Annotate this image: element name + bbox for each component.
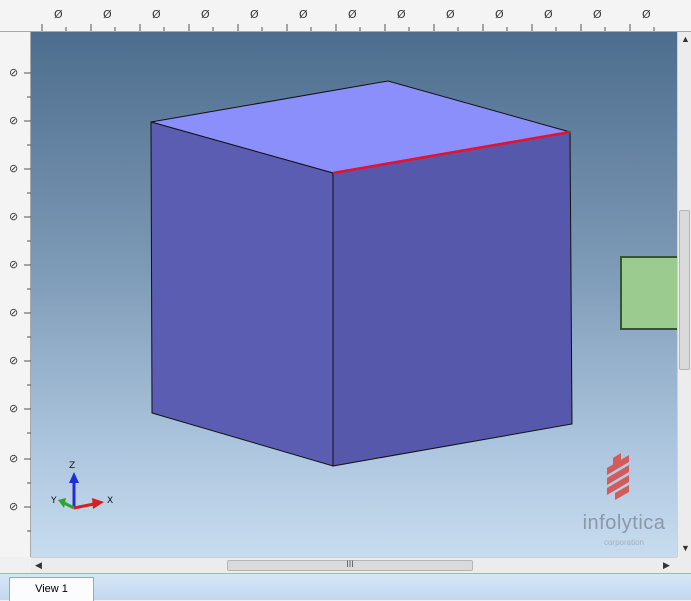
left-ruler-label: ⊘ bbox=[9, 306, 19, 319]
scrollbar-corner bbox=[677, 557, 691, 573]
top-ruler-label: Ø bbox=[495, 8, 504, 21]
green-box-object[interactable] bbox=[620, 256, 677, 330]
left-ruler-label: ⊘ bbox=[9, 162, 19, 175]
infolytica-logo: infolytica corporation bbox=[571, 452, 677, 552]
x-axis-arrow bbox=[73, 502, 95, 510]
cube-left-face[interactable] bbox=[150, 121, 334, 467]
scroll-left-arrow-icon[interactable]: ◀ bbox=[35, 560, 42, 571]
x-axis-label: X bbox=[107, 496, 114, 506]
cube-right-face[interactable] bbox=[332, 131, 573, 467]
top-ruler-label: Ø bbox=[299, 8, 308, 21]
vertical-scroll-thumb[interactable] bbox=[679, 210, 690, 370]
left-ruler-label: ⊘ bbox=[9, 66, 19, 79]
logo-subtitle: corporation bbox=[603, 538, 645, 547]
view-tab-bar: View 1 bbox=[0, 573, 691, 601]
y-axis-label: Y bbox=[51, 496, 57, 506]
top-ruler: Ø Ø Ø Ø Ø Ø Ø Ø Ø Ø Ø Ø Ø bbox=[0, 0, 691, 32]
top-ruler-label: Ø bbox=[348, 8, 357, 21]
horizontal-scrollbar[interactable]: ◀ III ▶ bbox=[31, 557, 677, 573]
left-ruler-label: ⊘ bbox=[9, 114, 19, 127]
z-axis-arrowhead bbox=[69, 472, 79, 483]
left-ruler-label: ⊘ bbox=[9, 402, 19, 415]
top-ruler-label: Ø bbox=[54, 8, 63, 21]
tab-view-1[interactable]: View 1 bbox=[9, 577, 94, 601]
vertical-scrollbar[interactable]: ▲ ▼ bbox=[677, 32, 691, 557]
scroll-grip-icon: III bbox=[346, 559, 354, 569]
scroll-down-arrow-icon[interactable]: ▼ bbox=[681, 543, 690, 553]
scroll-right-arrow-icon[interactable]: ▶ bbox=[663, 560, 670, 571]
left-ruler-label: ⊘ bbox=[9, 452, 19, 465]
logo-name: infolytica bbox=[582, 512, 666, 534]
top-ruler-label: Ø bbox=[397, 8, 406, 21]
top-ruler-label: Ø bbox=[642, 8, 651, 21]
y-axis-arrowhead bbox=[58, 498, 66, 508]
left-ruler: ⊘ ⊘ ⊘ ⊘ ⊘ ⊘ ⊘ ⊘ ⊘ ⊘ bbox=[0, 32, 31, 557]
x-axis-arrowhead bbox=[92, 498, 104, 509]
left-ruler-label: ⊘ bbox=[9, 258, 19, 271]
top-ruler-label: Ø bbox=[152, 8, 161, 21]
left-ruler-label: ⊘ bbox=[9, 354, 19, 367]
left-ruler-label: ⊘ bbox=[9, 210, 19, 223]
top-ruler-label: Ø bbox=[593, 8, 602, 21]
left-ruler-label: ⊘ bbox=[9, 500, 19, 513]
horizontal-scroll-thumb[interactable]: III bbox=[227, 559, 473, 571]
axis-triad bbox=[58, 472, 104, 510]
top-ruler-label: Ø bbox=[201, 8, 210, 21]
z-axis-label: Z bbox=[69, 461, 76, 471]
top-ruler-label: Ø bbox=[544, 8, 553, 21]
3d-viewport[interactable]: Z Y X infolytica corporation bbox=[31, 32, 677, 557]
top-ruler-label: Ø bbox=[446, 8, 455, 21]
scroll-up-arrow-icon[interactable]: ▲ bbox=[681, 34, 690, 44]
top-ruler-label: Ø bbox=[250, 8, 259, 21]
left-ruler-ticks bbox=[24, 72, 31, 532]
top-ruler-label: Ø bbox=[103, 8, 112, 21]
